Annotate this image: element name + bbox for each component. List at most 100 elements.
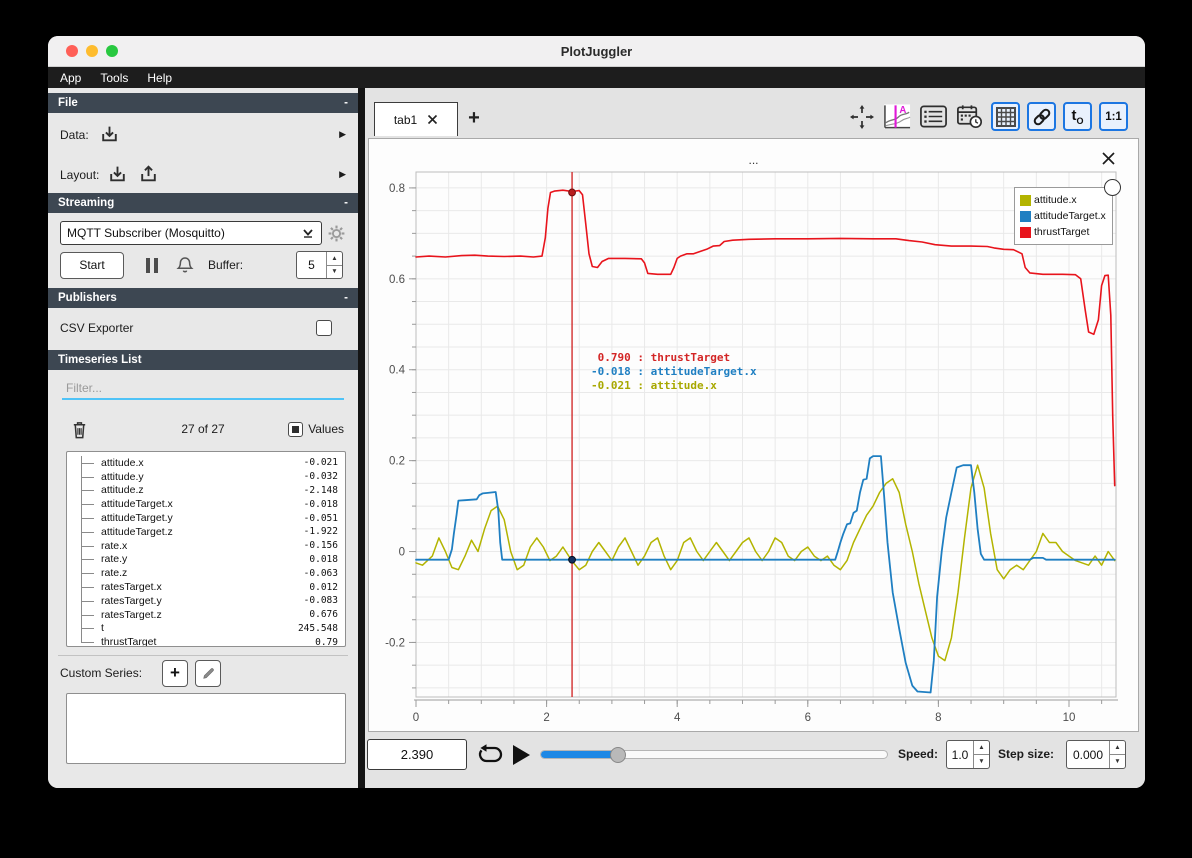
- timeseries-list: attitude.x -0.021 attitude.y -0.032 attitude…: [66, 451, 346, 647]
- buffer-spinbox[interactable]: 5 ▲ ▼: [296, 251, 343, 279]
- streaming-source-select[interactable]: MQTT Subscriber (Mosquitto): [60, 221, 322, 245]
- load-layout-icon[interactable]: [107, 164, 128, 185]
- edit-custom-series-button[interactable]: [195, 659, 221, 687]
- collapse-icon[interactable]: -: [344, 197, 348, 209]
- menu-tools[interactable]: Tools: [100, 71, 128, 85]
- legend-entry[interactable]: thrustTarget: [1020, 224, 1106, 240]
- section-header-publishers[interactable]: Publishers -: [48, 288, 358, 308]
- data-row: Data: ▶: [60, 121, 346, 148]
- spin-down-icon[interactable]: ▼: [327, 266, 342, 279]
- timeseries-item[interactable]: thrustTarget 0.79: [67, 635, 345, 646]
- tab-tab1[interactable]: tab1: [374, 102, 458, 136]
- main-area: tab1 + A tO 1:1 ... 0 2 4 6 8 10 -0.2 0 …: [365, 88, 1145, 788]
- start-button[interactable]: Start: [60, 251, 124, 279]
- close-window-button[interactable]: [66, 45, 78, 57]
- streaming-controls-row: Start Buffer: 5 ▲ ▼: [60, 251, 346, 279]
- timeseries-item[interactable]: attitudeTarget.y -0.051: [67, 511, 345, 525]
- list-view-icon[interactable]: [919, 102, 948, 131]
- timeseries-item[interactable]: rate.x -0.156: [67, 538, 345, 553]
- legend-entry[interactable]: attitude.x: [1020, 192, 1106, 208]
- svg-text:-0.2: -0.2: [385, 637, 405, 649]
- add-tab-button[interactable]: +: [462, 106, 486, 130]
- svg-text:0: 0: [413, 712, 419, 724]
- csv-exporter-checkbox[interactable]: [316, 320, 332, 336]
- timeseries-item[interactable]: rate.z -0.063: [67, 566, 345, 580]
- slider-handle[interactable]: [610, 746, 627, 763]
- splitter[interactable]: [358, 88, 365, 788]
- svg-text:8: 8: [935, 712, 941, 724]
- svg-text:10: 10: [1063, 712, 1076, 724]
- ratio-1-1-icon[interactable]: 1:1: [1099, 102, 1128, 131]
- datetime-icon[interactable]: [955, 102, 984, 131]
- layout-menu-arrow[interactable]: ▶: [339, 169, 346, 180]
- section-header-file[interactable]: File -: [48, 93, 358, 113]
- values-checkbox[interactable]: [288, 421, 304, 437]
- gear-icon[interactable]: [327, 224, 346, 243]
- tracker-readout-line: 0.790 : thrustTarget: [591, 351, 731, 364]
- timeseries-item[interactable]: rate.y 0.018: [67, 552, 345, 567]
- speed-spinbox[interactable]: 1.0 ▲ ▼: [946, 740, 990, 769]
- timeseries-item[interactable]: t 245.548: [67, 621, 345, 636]
- time-slider[interactable]: [540, 746, 888, 763]
- slider-fill: [541, 751, 619, 758]
- data-label: Data:: [60, 127, 89, 142]
- step-size-label: Step size:: [998, 747, 1055, 761]
- timeseries-item[interactable]: ratesTarget.y -0.083: [67, 593, 345, 608]
- zoom-window-button[interactable]: [106, 45, 118, 57]
- csv-exporter-label: CSV Exporter: [60, 321, 134, 335]
- time-field[interactable]: 2.390: [367, 739, 467, 770]
- bell-icon[interactable]: [175, 255, 195, 275]
- timeseries-item[interactable]: attitude.z -2.148: [67, 483, 345, 498]
- add-custom-series-button[interactable]: +: [162, 659, 188, 687]
- timeseries-item[interactable]: attitude.x -0.021: [67, 456, 345, 470]
- plot-legend[interactable]: attitude.x attitudeTarget.x thrustTarget: [1014, 179, 1121, 245]
- menu-app[interactable]: App: [60, 71, 81, 85]
- timeseries-item[interactable]: ratesTarget.z 0.676: [67, 607, 345, 622]
- load-data-icon[interactable]: [99, 124, 120, 145]
- custom-series-list[interactable]: [66, 693, 346, 764]
- spin-up-icon[interactable]: ▲: [1110, 741, 1125, 755]
- title-bar: PlotJuggler: [48, 36, 1145, 67]
- svg-text:0.2: 0.2: [389, 456, 405, 468]
- legend-swatch: [1020, 210, 1031, 222]
- play-button[interactable]: [513, 745, 530, 765]
- legend-drag-handle[interactable]: [1103, 179, 1121, 196]
- pause-icon[interactable]: [146, 257, 158, 273]
- menu-help[interactable]: Help: [147, 71, 172, 85]
- spin-down-icon[interactable]: ▼: [974, 755, 989, 768]
- link-icon[interactable]: [1027, 102, 1056, 131]
- svg-text:2: 2: [543, 712, 549, 724]
- collapse-icon[interactable]: -: [344, 97, 348, 109]
- svg-text:6: 6: [805, 712, 811, 724]
- filter-input[interactable]: [62, 378, 344, 398]
- spin-down-icon[interactable]: ▼: [1110, 755, 1125, 768]
- section-header-timeseries[interactable]: Timeseries List: [48, 350, 358, 370]
- step-size-spinbox[interactable]: 0.000 ▲ ▼: [1066, 740, 1126, 769]
- toolbar: A tO 1:1: [847, 102, 1128, 131]
- data-menu-arrow[interactable]: ▶: [339, 129, 346, 140]
- save-layout-icon[interactable]: [138, 164, 159, 185]
- tab-close-icon[interactable]: [427, 114, 438, 125]
- plot-widget[interactable]: ... 0 2 4 6 8 10 -0.2 0 0.2 0.4 0.6 0.8 attitude.x a…: [368, 138, 1139, 732]
- move-tool-icon[interactable]: [847, 102, 876, 131]
- custom-series-row: Custom Series: +: [60, 659, 346, 687]
- tracker-readout: 0.790 : thrustTarget -0.018 : attitudeTar…: [591, 351, 757, 393]
- zoom-annotation-icon[interactable]: A: [883, 102, 912, 131]
- sidebar: File - Data: ▶ Layout: ▶ Streaming - MQT…: [48, 88, 358, 788]
- pencil-icon: [202, 667, 214, 679]
- collapse-icon[interactable]: -: [344, 292, 348, 304]
- spin-up-icon[interactable]: ▲: [974, 741, 989, 755]
- tracker-readout-line: -0.018 : attitudeTarget.x: [591, 365, 757, 378]
- timeseries-item[interactable]: attitudeTarget.z -1.922: [67, 524, 345, 539]
- section-header-streaming[interactable]: Streaming -: [48, 193, 358, 213]
- loop-icon[interactable]: [477, 743, 504, 766]
- grid-layout-icon[interactable]: [991, 102, 1020, 131]
- screenshot-root: { "window": { "title": "PlotJuggler" }, …: [0, 0, 1192, 858]
- timeseries-item[interactable]: attitudeTarget.x -0.018: [67, 497, 345, 511]
- time-origin-icon[interactable]: tO: [1063, 102, 1092, 131]
- timeseries-item[interactable]: ratesTarget.x 0.012: [67, 580, 345, 594]
- spin-up-icon[interactable]: ▲: [327, 252, 342, 266]
- legend-entry[interactable]: attitudeTarget.x: [1020, 208, 1106, 224]
- timeseries-item[interactable]: attitude.y -0.032: [67, 469, 345, 484]
- minimize-window-button[interactable]: [86, 45, 98, 57]
